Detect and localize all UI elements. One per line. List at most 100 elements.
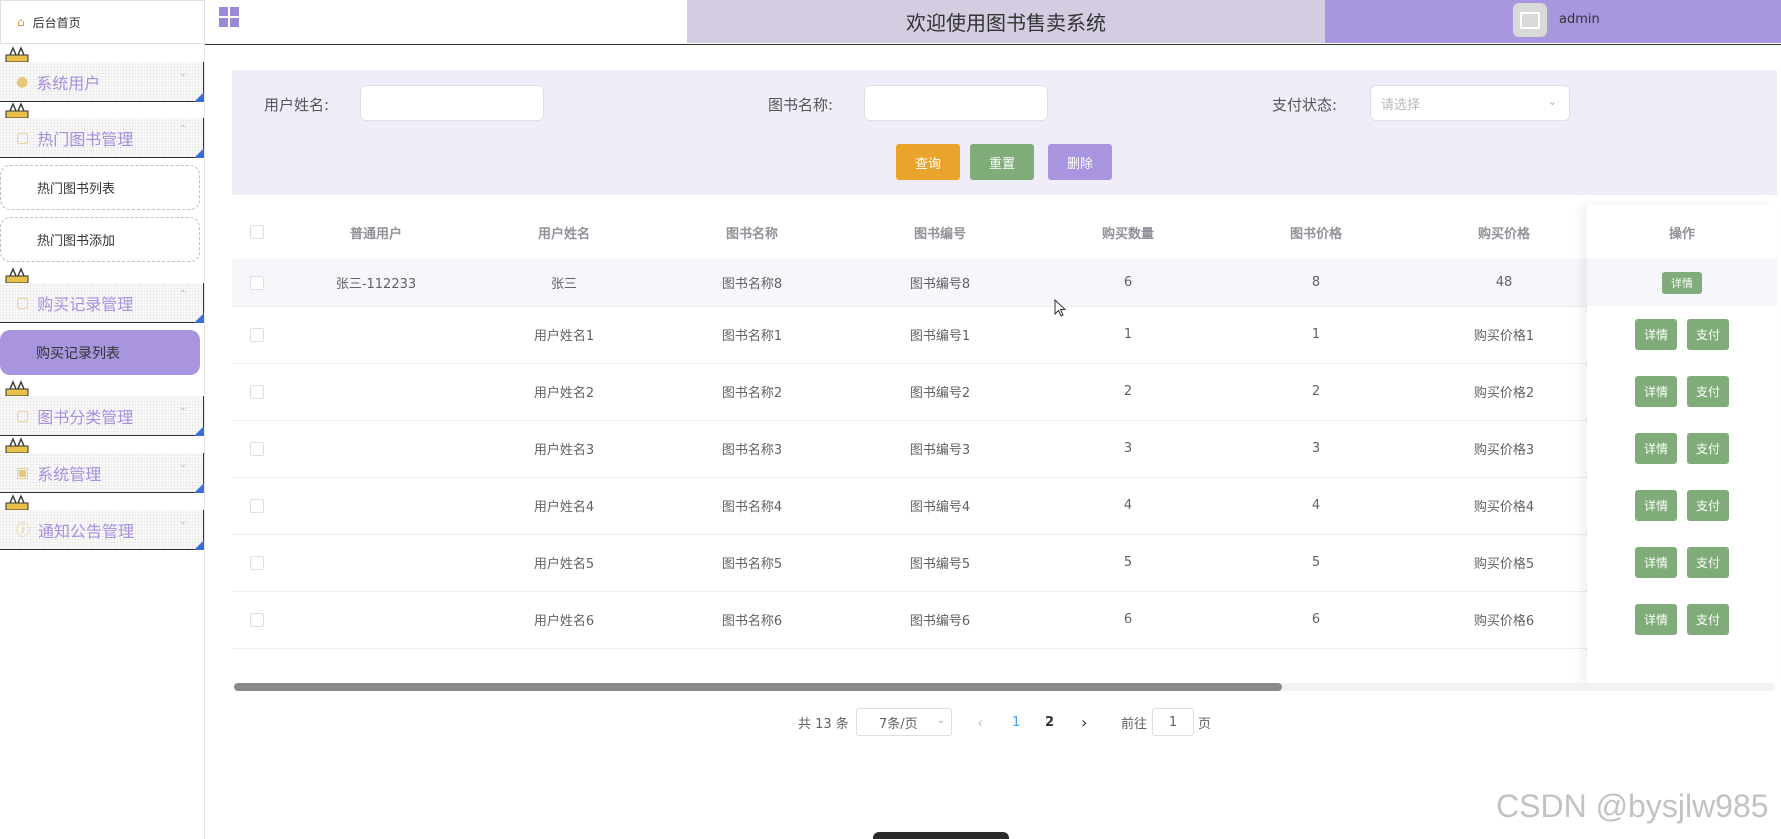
page-title: 欢迎使用图书售卖系统 bbox=[687, 0, 1325, 43]
page-size-select[interactable]: 7条/页 ⌄ bbox=[856, 708, 952, 736]
pay-status-placeholder: 请选择 bbox=[1381, 97, 1421, 113]
table-cell bbox=[282, 363, 470, 420]
column-header: 购买数量 bbox=[1101, 226, 1154, 242]
table-cell: 用户姓名3 bbox=[533, 443, 595, 458]
table-cell: 图书名称8 bbox=[721, 277, 783, 292]
column-header: 操作 bbox=[1668, 226, 1695, 242]
detail-button[interactable]: 详情 bbox=[1635, 433, 1677, 464]
delete-button[interactable]: 删除 bbox=[1048, 144, 1112, 180]
column-header: 图书编号 bbox=[913, 226, 966, 242]
sidebar-item-hot-book-list[interactable]: 热门图书列表 bbox=[0, 165, 200, 210]
settings-icon: ▣ bbox=[16, 464, 30, 481]
page-corner-decoration bbox=[194, 540, 204, 550]
row-select-cell bbox=[232, 534, 282, 591]
row-checkbox[interactable] bbox=[250, 275, 264, 290]
detail-button[interactable]: 详情 bbox=[1635, 319, 1677, 350]
bottom-dock-bar bbox=[873, 832, 1009, 839]
page-number-current[interactable]: 1 bbox=[1012, 708, 1020, 736]
row-checkbox[interactable] bbox=[250, 612, 264, 627]
query-button[interactable]: 查询 bbox=[896, 144, 960, 180]
sidebar-group-notices[interactable]: ⓘ 通知公告管理 ⌄ bbox=[0, 510, 204, 550]
table-cell bbox=[282, 420, 470, 477]
row-select-cell bbox=[232, 259, 282, 306]
table-row[interactable]: 用户姓名2 图书名称2 图书编号2 2 2 购买价格2 bbox=[232, 363, 1777, 421]
sidebar-item-purchase-record-list[interactable]: 购买记录列表 bbox=[0, 330, 200, 375]
sidebar-group-system-management[interactable]: ▣ 系统管理 ⌄ bbox=[0, 453, 204, 493]
pay-button[interactable]: 支付 bbox=[1687, 319, 1729, 350]
sidebar-item-home[interactable]: ⌂ 后台首页 bbox=[0, 0, 205, 44]
table-row[interactable]: 用户姓名5 图书名称5 图书编号5 5 5 购买价格5 bbox=[232, 534, 1777, 592]
detail-button[interactable]: 详情 bbox=[1662, 271, 1702, 294]
sidebar-item-hot-book-add[interactable]: 热门图书添加 bbox=[0, 217, 200, 262]
column-header: 图书价格 bbox=[1289, 226, 1342, 242]
table-row[interactable]: 用户姓名4 图书名称4 图书编号4 4 4 购买价格4 bbox=[232, 477, 1777, 535]
table-cell: 2 bbox=[1311, 384, 1321, 399]
pay-button[interactable]: 支付 bbox=[1687, 433, 1729, 464]
document-icon: ▢ bbox=[16, 294, 30, 311]
book-name-input[interactable] bbox=[864, 85, 1048, 121]
menu-toggle-icon[interactable] bbox=[219, 7, 239, 27]
goto-label: 前往 bbox=[1121, 716, 1148, 732]
chevron-down-icon: ⌄ bbox=[178, 68, 187, 79]
row-actions: 详情 支付 bbox=[1587, 363, 1777, 420]
table-cell: 48 bbox=[1495, 275, 1513, 290]
pay-status-select[interactable]: 请选择 ⌄ bbox=[1370, 85, 1570, 121]
watermark: CSDN @bysjlw985 bbox=[1496, 788, 1769, 824]
table-cell: 用户姓名6 bbox=[533, 614, 595, 629]
prev-page-button[interactable]: ‹ bbox=[977, 708, 983, 736]
table-cell: 用户姓名2 bbox=[533, 386, 595, 401]
row-checkbox[interactable] bbox=[250, 555, 264, 570]
table-header-row: 普通用户 用户姓名 图书名称 图书编号 购买数量 图书价格 购买价格 bbox=[232, 205, 1777, 259]
table-cell: 图书名称4 bbox=[721, 500, 783, 515]
sidebar-group-label: 购买记录管理 bbox=[37, 294, 134, 314]
operations-column: 操作 详情 详情 支付 详情 支付 详情 支付 详情 支付 详情 支付 详情 支付 bbox=[1587, 205, 1777, 685]
horizontal-scrollbar[interactable] bbox=[234, 683, 1775, 691]
scrollbar-thumb[interactable] bbox=[234, 683, 1282, 691]
avatar[interactable] bbox=[1513, 3, 1547, 37]
table-cell bbox=[282, 534, 470, 591]
row-checkbox[interactable] bbox=[250, 441, 264, 456]
page-suffix: 页 bbox=[1198, 716, 1212, 732]
sidebar-group-hot-books[interactable]: ▢ 热门图书管理 ⌃ bbox=[0, 118, 204, 158]
user-name-input[interactable] bbox=[360, 85, 544, 121]
detail-button[interactable]: 详情 bbox=[1635, 547, 1677, 578]
pay-button[interactable]: 支付 bbox=[1687, 376, 1729, 407]
goto-page-input[interactable]: 1 bbox=[1152, 708, 1194, 736]
table-row[interactable]: 用户姓名6 图书名称6 图书编号6 6 6 购买价格6 bbox=[232, 591, 1777, 649]
pay-button[interactable]: 支付 bbox=[1687, 490, 1729, 521]
book-name-label: 图书名称: bbox=[768, 96, 834, 114]
table-row[interactable]: 张三-112233 张三 图书名称8 图书编号8 6 8 48 bbox=[232, 259, 1777, 307]
page-corner-decoration bbox=[194, 426, 204, 436]
row-select-cell bbox=[232, 306, 282, 363]
detail-button[interactable]: 详情 bbox=[1635, 490, 1677, 521]
pay-button[interactable]: 支付 bbox=[1687, 604, 1729, 635]
row-checkbox[interactable] bbox=[250, 327, 264, 342]
user-menu[interactable]: admin bbox=[1325, 0, 1781, 43]
pay-button[interactable]: 支付 bbox=[1687, 547, 1729, 578]
detail-button[interactable]: 详情 bbox=[1635, 376, 1677, 407]
table-cell: 购买价格4 bbox=[1473, 500, 1535, 515]
row-select-cell bbox=[232, 420, 282, 477]
column-header: 普通用户 bbox=[349, 226, 402, 242]
table-cell: 购买价格6 bbox=[1473, 614, 1535, 629]
sidebar-group-label: 系统管理 bbox=[37, 464, 102, 484]
table-cell: 4 bbox=[1123, 498, 1133, 513]
next-page-button[interactable]: › bbox=[1081, 708, 1087, 736]
select-all-checkbox[interactable] bbox=[250, 225, 264, 239]
sidebar-group-book-categories[interactable]: ▢ 图书分类管理 ⌄ bbox=[0, 396, 204, 436]
table-cell: 用户姓名1 bbox=[533, 329, 595, 344]
sidebar-group-system-users[interactable]: ● 系统用户 ⌄ bbox=[0, 62, 204, 102]
detail-button[interactable]: 详情 bbox=[1635, 604, 1677, 635]
sidebar-group-purchase-records[interactable]: ▢ 购买记录管理 ⌃ bbox=[0, 283, 204, 323]
table-cell: 张三 bbox=[550, 277, 577, 292]
table-cell: 图书名称1 bbox=[721, 329, 783, 344]
sidebar-group-label: 通知公告管理 bbox=[38, 521, 135, 541]
pagination-total: 共 13 条 bbox=[798, 716, 849, 732]
page-number[interactable]: 2 bbox=[1045, 708, 1054, 736]
sidebar-group-label: 热门图书管理 bbox=[37, 129, 134, 149]
row-checkbox[interactable] bbox=[250, 498, 264, 513]
reset-button[interactable]: 重置 bbox=[970, 144, 1034, 180]
row-checkbox[interactable] bbox=[250, 384, 264, 399]
table-row[interactable]: 用户姓名3 图书名称3 图书编号3 3 3 购买价格3 bbox=[232, 420, 1777, 478]
table-row[interactable]: 用户姓名1 图书名称1 图书编号1 1 1 购买价格1 bbox=[232, 306, 1777, 364]
